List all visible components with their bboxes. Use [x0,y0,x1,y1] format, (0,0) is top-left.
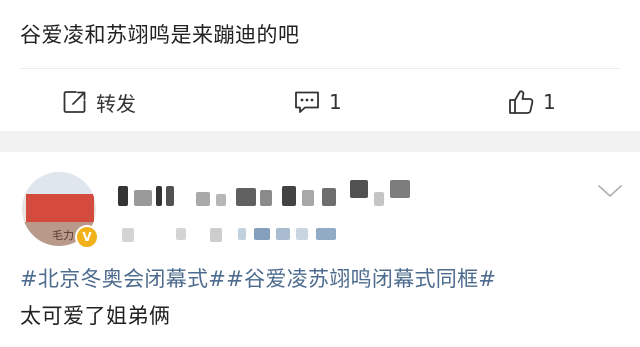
divider [20,68,620,69]
repost-label: 转发 [96,91,136,116]
repost-button[interactable]: 转发 [62,85,136,119]
hashtag-line: #北京冬奥会闭幕式##谷爱凌苏翊鸣闭幕式同框# [20,263,496,293]
comment-icon [293,89,321,115]
like-count: 1 [543,90,556,114]
repost-icon [62,89,88,115]
thumbs-up-icon [507,88,535,116]
hashtag-link[interactable]: #谷爱凌苏翊鸣闭幕式同框# [226,267,496,291]
like-button[interactable]: 1 [507,85,556,119]
verified-badge: V [75,225,99,249]
weibo-feed: 谷爱凌和苏翊鸣是来蹦迪的吧 转发 1 1 毛力 啊 V #北京冬奥会闭幕式##谷… [0,0,640,347]
post-separator [0,131,640,152]
post-text: 太可爱了姐弟俩 [20,304,171,328]
hashtag-link[interactable]: #北京冬奥会闭幕式# [20,267,226,291]
chevron-down-icon[interactable] [596,182,624,204]
comment-count: 1 [329,90,342,114]
comment-button[interactable]: 1 [293,85,342,119]
post-text: 谷爱凌和苏翊鸣是来蹦迪的吧 [20,23,300,47]
